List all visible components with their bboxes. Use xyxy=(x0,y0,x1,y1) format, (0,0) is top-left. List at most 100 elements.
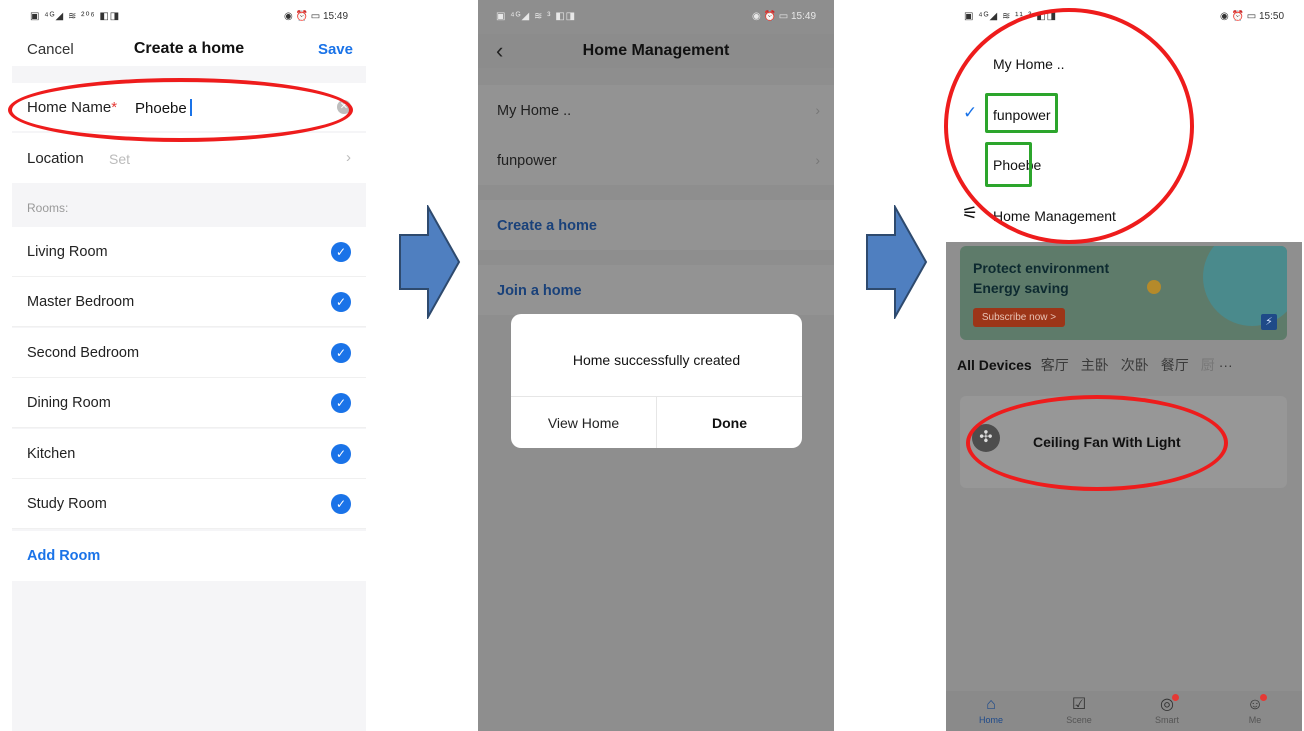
home-dropdown: My Home .. ✓ funpower Phoebe ⚟ Home Mana… xyxy=(946,34,1302,242)
nav-scene[interactable]: ☑ Scene xyxy=(1049,696,1109,725)
room-name: Living Room xyxy=(27,244,108,260)
dropdown-item-phoebe[interactable]: Phoebe xyxy=(993,157,1041,173)
home-management-link[interactable]: Home Management xyxy=(993,208,1116,224)
nav-label: Me xyxy=(1248,715,1262,725)
dialog-message: Home successfully created xyxy=(572,352,741,368)
banner-title: Protect environment xyxy=(973,260,1110,276)
status-time: ◉ ⏰ ▭ 15:49 xyxy=(284,11,348,22)
device-name: Ceiling Fan With Light xyxy=(1033,434,1181,450)
bolt-icon: ⚡ xyxy=(1261,314,1277,330)
nav-me[interactable]: ☺ Me xyxy=(1225,694,1285,725)
banner-subtitle: Energy saving xyxy=(973,280,1069,296)
create-home-link[interactable]: Create a home xyxy=(497,218,597,234)
home-name-input[interactable]: Phoebe xyxy=(135,99,192,117)
rooms-header: Rooms: xyxy=(27,201,69,215)
device-card[interactable]: ✣ Ceiling Fan With Light xyxy=(960,396,1287,488)
promo-banner[interactable]: Protect environment Energy saving Subscr… xyxy=(960,246,1287,340)
home-icon: ⌂ xyxy=(986,696,996,713)
tab-room[interactable]: 次卧 xyxy=(1121,357,1149,373)
page-title: Home Management xyxy=(582,42,730,59)
create-home-row[interactable]: Create a home xyxy=(478,200,834,250)
status-icons: ▣ ⁴ᴳ◢ ≋ ³ ◧◨ xyxy=(496,11,577,22)
notification-dot xyxy=(1172,694,1179,701)
checkmark-icon[interactable]: ✓ xyxy=(331,242,351,262)
location-row[interactable]: Location Set › xyxy=(12,133,366,183)
home-name-label: Home Name* xyxy=(27,99,118,116)
room-name: Dining Room xyxy=(27,395,111,411)
status-bar: ▣ ⁴ᴳ◢ ≋ ¹¹·³ ◧◨ ◉ ⏰ ▭ 15:50 xyxy=(946,0,1302,34)
bottom-nav: ⌂ Home ☑ Scene ◎ Smart ☺ Me xyxy=(946,691,1302,731)
arrow-right-icon xyxy=(399,205,461,319)
view-home-button[interactable]: View Home xyxy=(511,415,656,431)
room-row[interactable]: Master Bedroom ✓ xyxy=(12,277,366,327)
room-row[interactable]: Second Bedroom ✓ xyxy=(12,328,366,378)
room-name: Study Room xyxy=(27,496,107,512)
status-icons: ▣ ⁴ᴳ◢ ≋ ¹¹·³ ◧◨ xyxy=(964,11,1058,22)
room-name: Master Bedroom xyxy=(27,294,135,310)
create-home-screen: ▣ ⁴ᴳ◢ ≋ ²⁰⁶ ◧◨ ◉ ⏰ ▭ 15:49 Cancel Create… xyxy=(12,0,366,731)
sun-graphic xyxy=(1147,280,1161,294)
nav-bar: ‹ Home Management xyxy=(478,34,834,68)
home-item-funpower[interactable]: funpower xyxy=(497,153,557,169)
checkmark-icon[interactable]: ✓ xyxy=(331,393,351,413)
chevron-right-icon: › xyxy=(346,149,351,166)
nav-home[interactable]: ⌂ Home xyxy=(961,696,1021,725)
room-row[interactable]: Dining Room ✓ xyxy=(12,378,366,428)
scene-icon: ☑ xyxy=(1071,696,1087,713)
room-name: Kitchen xyxy=(27,446,76,462)
status-icons: ▣ ⁴ᴳ◢ ≋ ²⁰⁶ ◧◨ xyxy=(30,11,121,22)
room-name: Second Bedroom xyxy=(27,345,140,361)
status-time: ◉ ⏰ ▭ 15:50 xyxy=(1220,11,1284,22)
save-button[interactable]: Save xyxy=(318,41,353,58)
home-list: My Home .. › funpower › xyxy=(478,85,834,185)
location-label: Location xyxy=(27,150,84,167)
arrow-right-icon xyxy=(866,205,928,319)
more-tabs-icon[interactable]: ··· xyxy=(1219,357,1233,373)
dropdown-item-my-home[interactable]: My Home .. xyxy=(993,56,1065,72)
success-dialog: Home successfully created View Home Done xyxy=(511,314,802,448)
home-item-my-home[interactable]: My Home .. xyxy=(497,103,571,119)
sliders-icon: ⚟ xyxy=(962,203,979,223)
clear-icon[interactable]: ✕ xyxy=(337,100,351,114)
chevron-right-icon: › xyxy=(815,152,820,168)
nav-bar: Cancel Create a home Save xyxy=(12,34,366,66)
join-home-row[interactable]: Join a home xyxy=(478,265,834,315)
checkmark-icon[interactable]: ✓ xyxy=(331,494,351,514)
checkmark-icon[interactable]: ✓ xyxy=(331,444,351,464)
nav-label: Smart xyxy=(1154,715,1179,725)
home-switch-screen: ▣ ⁴ᴳ◢ ≋ ¹¹·³ ◧◨ ◉ ⏰ ▭ 15:50 My Home .. ✓… xyxy=(946,0,1302,731)
profile-icon: ☺ xyxy=(1225,694,1285,714)
tab-room[interactable]: 客厅 xyxy=(1041,357,1069,373)
room-row[interactable]: Study Room ✓ xyxy=(12,479,366,529)
home-name-field[interactable]: Home Name* Phoebe ✕ xyxy=(12,83,366,131)
text-caret xyxy=(189,99,192,116)
smart-icon: ◎ xyxy=(1137,694,1197,714)
room-row[interactable]: Living Room ✓ xyxy=(12,227,366,277)
room-tabs: All Devices 客厅 主卧 次卧 餐厅厨 ··· xyxy=(957,355,1245,375)
tab-room[interactable]: 餐厅 xyxy=(1161,357,1189,373)
nav-smart[interactable]: ◎ Smart xyxy=(1137,694,1197,725)
notification-dot xyxy=(1260,694,1267,701)
location-value: Set xyxy=(109,151,131,167)
fan-icon: ✣ xyxy=(972,424,1000,452)
chevron-right-icon: › xyxy=(815,102,820,118)
tab-all-devices[interactable]: All Devices xyxy=(957,357,1032,373)
add-room-button[interactable]: Add Room xyxy=(12,531,366,581)
required-mark: * xyxy=(111,99,118,116)
done-button[interactable]: Done xyxy=(657,415,802,431)
tab-room[interactable]: 厨 xyxy=(1201,357,1215,373)
status-time: ◉ ⏰ ▭ 15:49 xyxy=(752,11,816,22)
tab-room[interactable]: 主卧 xyxy=(1081,357,1109,373)
status-bar: ▣ ⁴ᴳ◢ ≋ ³ ◧◨ ◉ ⏰ ▭ 15:49 xyxy=(478,0,834,34)
nav-label: Home xyxy=(978,715,1003,725)
join-home-link[interactable]: Join a home xyxy=(497,283,582,299)
add-room-label: Add Room xyxy=(27,548,101,564)
checkmark-icon[interactable]: ✓ xyxy=(331,343,351,363)
checkmark-icon: ✓ xyxy=(963,103,978,122)
subscribe-button[interactable]: Subscribe now > xyxy=(973,308,1065,327)
status-bar: ▣ ⁴ᴳ◢ ≋ ²⁰⁶ ◧◨ ◉ ⏰ ▭ 15:49 xyxy=(12,0,366,34)
room-row[interactable]: Kitchen ✓ xyxy=(12,429,366,479)
dropdown-item-funpower[interactable]: funpower xyxy=(993,107,1051,123)
checkmark-icon[interactable]: ✓ xyxy=(331,292,351,312)
page-title: Create a home xyxy=(133,40,245,57)
